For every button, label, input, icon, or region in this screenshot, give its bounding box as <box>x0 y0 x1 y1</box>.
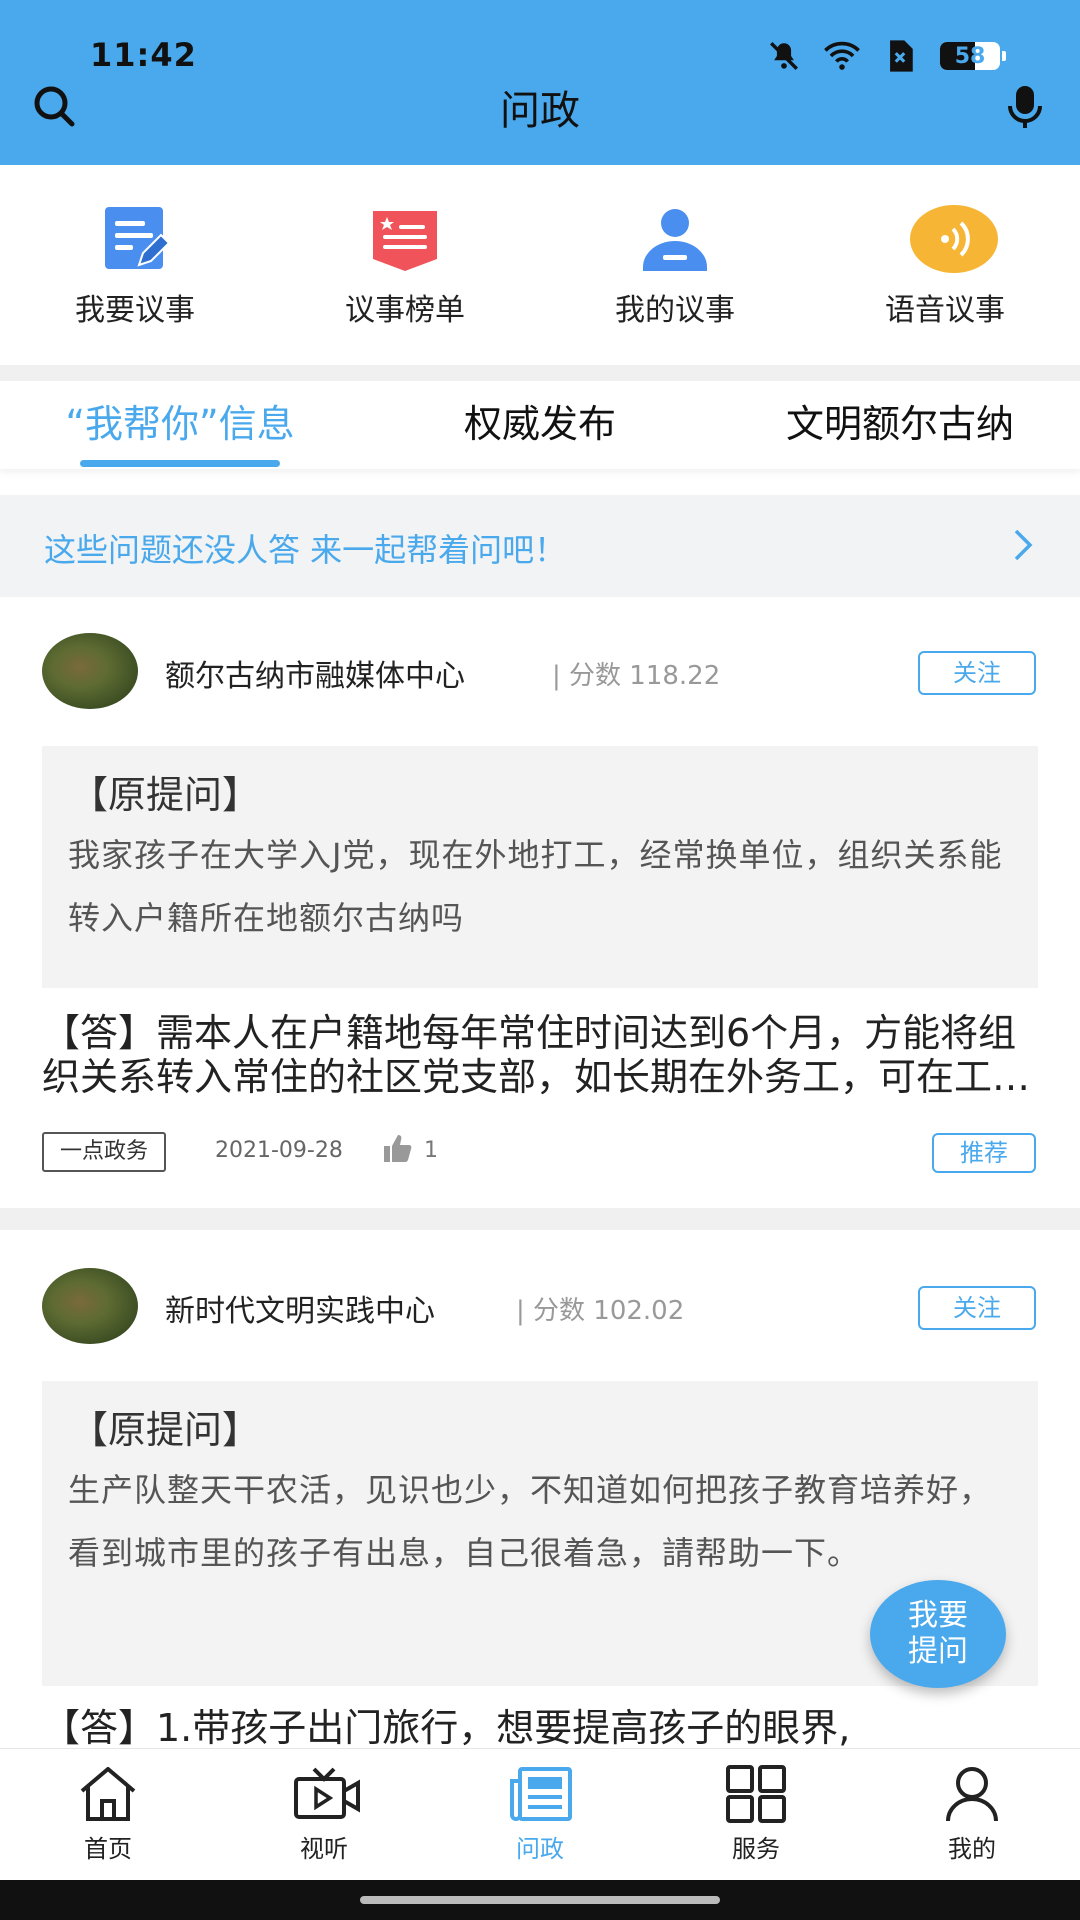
nav-services[interactable]: 服务 <box>648 1749 864 1881</box>
nav-inquiry[interactable]: 问政 <box>432 1749 648 1881</box>
nav-media[interactable]: 视听 <box>216 1749 432 1881</box>
question-text: 我家孩子在大学入J党，现在外地打工，经常换单位，组织关系能转入户籍所在地额尔古纳… <box>68 836 1003 937</box>
page-title: 问政 <box>500 88 580 134</box>
battery-icon: 58 <box>940 42 1006 70</box>
wifi-icon <box>824 38 860 74</box>
home-icon <box>76 1765 140 1823</box>
action-label: 我的议事 <box>615 293 735 328</box>
qa-card[interactable]: 额尔古纳市融媒体中心 | 分数 118.22 关注 【原提问】 我家孩子在大学入… <box>0 597 1080 1208</box>
edit-document-icon <box>99 203 171 275</box>
action-voice[interactable]: 语音议事 <box>810 165 1080 365</box>
bell-muted-icon <box>766 38 802 74</box>
like-count: 1 <box>424 1138 438 1163</box>
divider <box>0 1208 1080 1230</box>
sim-error-icon <box>882 38 918 74</box>
divider <box>0 365 1080 381</box>
action-ranking[interactable]: 议事榜单 <box>270 165 540 365</box>
nav-label: 首页 <box>84 1835 132 1863</box>
nav-label: 服务 <box>732 1835 780 1863</box>
nav-home[interactable]: 首页 <box>0 1749 216 1881</box>
answer-text: 【答】1.带孩子出门旅行，想要提高孩子的眼界, <box>42 1706 851 1748</box>
voice-icon <box>909 203 998 275</box>
action-my-topics[interactable]: 我的议事 <box>540 165 810 365</box>
quick-actions: 我要议事 议事榜单 我的议事 语音议事 <box>0 165 1080 365</box>
follow-button[interactable]: 关注 <box>918 1286 1036 1330</box>
action-label: 我要议事 <box>75 293 195 328</box>
chevron-right-icon <box>1004 527 1040 563</box>
microphone-icon[interactable] <box>1000 82 1050 132</box>
unanswered-prompt-bar[interactable]: 这些问题还没人答 来一起帮着问吧！ <box>0 495 1080 597</box>
content-tabs: “我帮你”信息 权威发布 文明额尔古纳 <box>0 381 1080 469</box>
org-name: 额尔古纳市融媒体中心 <box>165 659 465 694</box>
action-propose[interactable]: 我要议事 <box>0 165 270 365</box>
question-title: 【原提问】 <box>70 773 261 817</box>
nav-label: 视听 <box>300 1835 348 1863</box>
answer-text: 【答】需本人在户籍地每年常住时间达到6个月，方能将组织关系转入常住的社区党支部，… <box>42 1011 1031 1099</box>
user-profile-icon <box>940 1765 1004 1823</box>
home-indicator[interactable] <box>360 1896 720 1904</box>
nav-label: 问政 <box>516 1835 564 1863</box>
action-label: 语音议事 <box>885 293 1005 328</box>
prompt-text: 这些问题还没人答 来一起帮着问吧！ <box>44 531 567 569</box>
question-text: 生产队整天干农活，见识也少，不知道如何把孩子教育培养好，看到城市里的孩子有出息，… <box>68 1471 993 1572</box>
bottom-navigation: 首页 视听 问政 服务 我的 <box>0 1748 1080 1881</box>
newspaper-icon <box>508 1765 572 1823</box>
follow-button[interactable]: 关注 <box>918 651 1036 695</box>
org-score: | 分数 118.22 <box>552 661 721 691</box>
thumbs-up-icon[interactable] <box>382 1133 414 1165</box>
recommend-button[interactable]: 推荐 <box>932 1133 1036 1173</box>
nav-label: 我的 <box>948 1835 996 1863</box>
org-name: 新时代文明实践中心 <box>165 1294 435 1329</box>
tab-help-info[interactable]: “我帮你”信息 <box>0 381 360 469</box>
status-time: 11:42 <box>90 36 197 74</box>
ranking-list-icon <box>369 203 441 275</box>
avatar <box>42 633 138 709</box>
source-tag: 一点政务 <box>42 1132 167 1172</box>
video-icon <box>292 1765 360 1823</box>
question-box: 【原提问】 我家孩子在大学入J党，现在外地打工，经常换单位，组织关系能转入户籍所… <box>42 746 1038 988</box>
grid-icon <box>724 1765 788 1823</box>
avatar <box>42 1268 138 1344</box>
fab-label-line1: 我要 <box>908 1598 968 1633</box>
tab-civilization[interactable]: 文明额尔古纳 <box>720 381 1080 469</box>
status-icons: 58 <box>766 38 1006 74</box>
question-title: 【原提问】 <box>70 1408 261 1452</box>
tab-official-release[interactable]: 权威发布 <box>360 381 720 469</box>
battery-level: 58 <box>954 43 986 69</box>
action-label: 议事榜单 <box>345 293 465 328</box>
nav-profile[interactable]: 我的 <box>864 1749 1080 1881</box>
fab-label-line2: 提问 <box>908 1634 968 1669</box>
user-icon <box>639 203 711 275</box>
post-date: 2021-09-28 <box>215 1138 343 1163</box>
ask-question-button[interactable]: 我要 提问 <box>870 1580 1006 1688</box>
header-bar: 11:42 58 问政 <box>0 0 1080 165</box>
org-score: | 分数 102.02 <box>516 1296 685 1326</box>
